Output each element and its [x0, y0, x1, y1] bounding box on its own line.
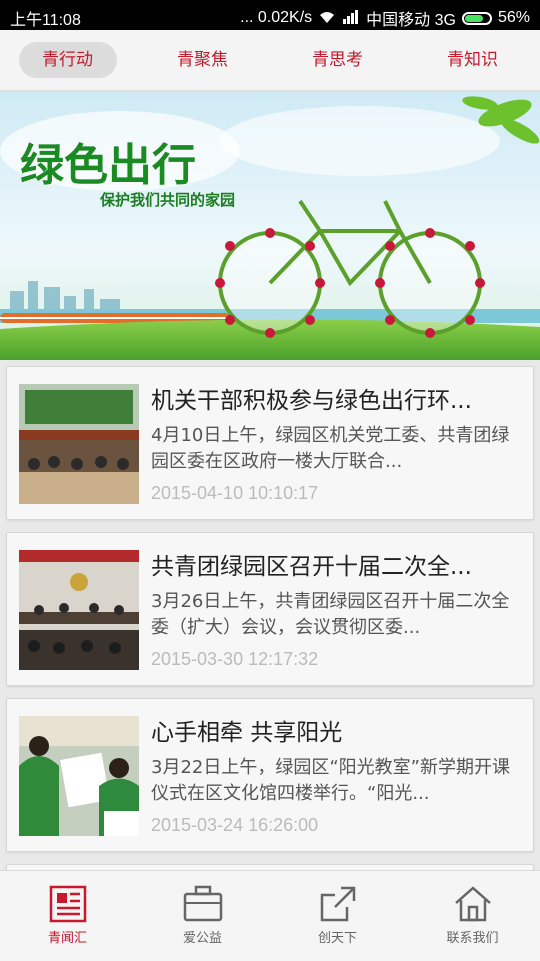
article-title: 心手相牵 共享阳光	[151, 720, 343, 746]
battery-icon	[461, 11, 492, 25]
carrier-label: 中国移动 3G	[366, 12, 456, 29]
nav-ai-gongyi[interactable]: 爱公益	[135, 871, 270, 961]
nav-label: 联系我们	[446, 931, 499, 946]
nav-qing-wenhui[interactable]: 青闻汇	[0, 871, 135, 961]
status-time: 上午11:08	[10, 12, 81, 29]
tab-qing-jujiao[interactable]: 青聚焦	[154, 42, 252, 78]
article-title: 共青团绿园区召开十届二次全...	[151, 554, 472, 580]
banner-title: 绿色出行	[20, 140, 196, 191]
share-out-icon	[320, 886, 355, 922]
category-tabs: 青行动 青聚焦 青思考 青知识	[0, 30, 540, 91]
status-bar: 上午11:08 ... 0.02K/s 中国移动 3G 56%	[0, 0, 540, 30]
status-right: ... 0.02K/s 中国移动 3G 56%	[240, 6, 530, 30]
nav-contact-us[interactable]: 联系我们	[405, 871, 540, 961]
nav-label: 青闻汇	[47, 931, 87, 946]
banner[interactable]: 绿色出行 保护我们共同的家园	[0, 91, 540, 360]
briefcase-icon	[183, 885, 222, 922]
article-summary: 3月26日上午，共青团绿园区召开十届二次全委（扩大）会议，会议贯彻区委...	[151, 591, 510, 638]
battery-percent: 56%	[497, 9, 530, 26]
nav-chuang-tianxia[interactable]: 创天下	[270, 871, 405, 961]
signal-icon	[342, 9, 360, 27]
article-date: 2015-04-10 10:10:17	[151, 483, 319, 503]
article-thumbnail	[19, 716, 139, 836]
network-speed: ... 0.02K/s	[240, 9, 313, 26]
article-thumbnail	[19, 384, 139, 504]
tab-qing-xingdong[interactable]: 青行动	[18, 42, 117, 78]
home-icon	[454, 886, 491, 922]
list-item[interactable]: 机关干部积极参与绿色出行环... 4月10日上午，绿园区机关党工委、共青团绿园区…	[6, 366, 534, 520]
article-title: 机关干部积极参与绿色出行环...	[151, 388, 472, 414]
article-summary: 4月10日上午，绿园区机关党工委、共青团绿园区委在区政府一楼大厅联合...	[151, 425, 510, 472]
article-thumbnail	[19, 550, 139, 670]
list-item[interactable]: 共青团绿园区召开十届二次全... 3月26日上午，共青团绿园区召开十届二次全委（…	[6, 532, 534, 686]
tab-qing-zhishi[interactable]: 青知识	[424, 42, 522, 78]
nav-label: 创天下	[317, 931, 357, 946]
article-list: 机关干部积极参与绿色出行环... 4月10日上午，绿园区机关党工委、共青团绿园区…	[6, 366, 534, 878]
list-item[interactable]: 心手相牵 共享阳光 3月22日上午，绿园区“阳光教室”新学期开课仪式在区文化馆四…	[6, 698, 534, 852]
bottom-nav: 青闻汇 爱公益 创天下 联系我们	[0, 870, 540, 961]
article-date: 2015-03-24 16:26:00	[151, 815, 319, 835]
nav-label: 爱公益	[182, 931, 222, 946]
article-date: 2015-03-30 12:17:32	[151, 649, 319, 669]
tab-qing-sikao[interactable]: 青思考	[289, 42, 387, 78]
newspaper-icon	[49, 885, 86, 923]
banner-subtitle: 保护我们共同的家园	[100, 191, 236, 209]
wifi-icon	[318, 10, 336, 27]
article-summary: 3月22日上午，绿园区“阳光教室”新学期开课仪式在区文化馆四楼举行。“阳光...	[151, 757, 511, 804]
